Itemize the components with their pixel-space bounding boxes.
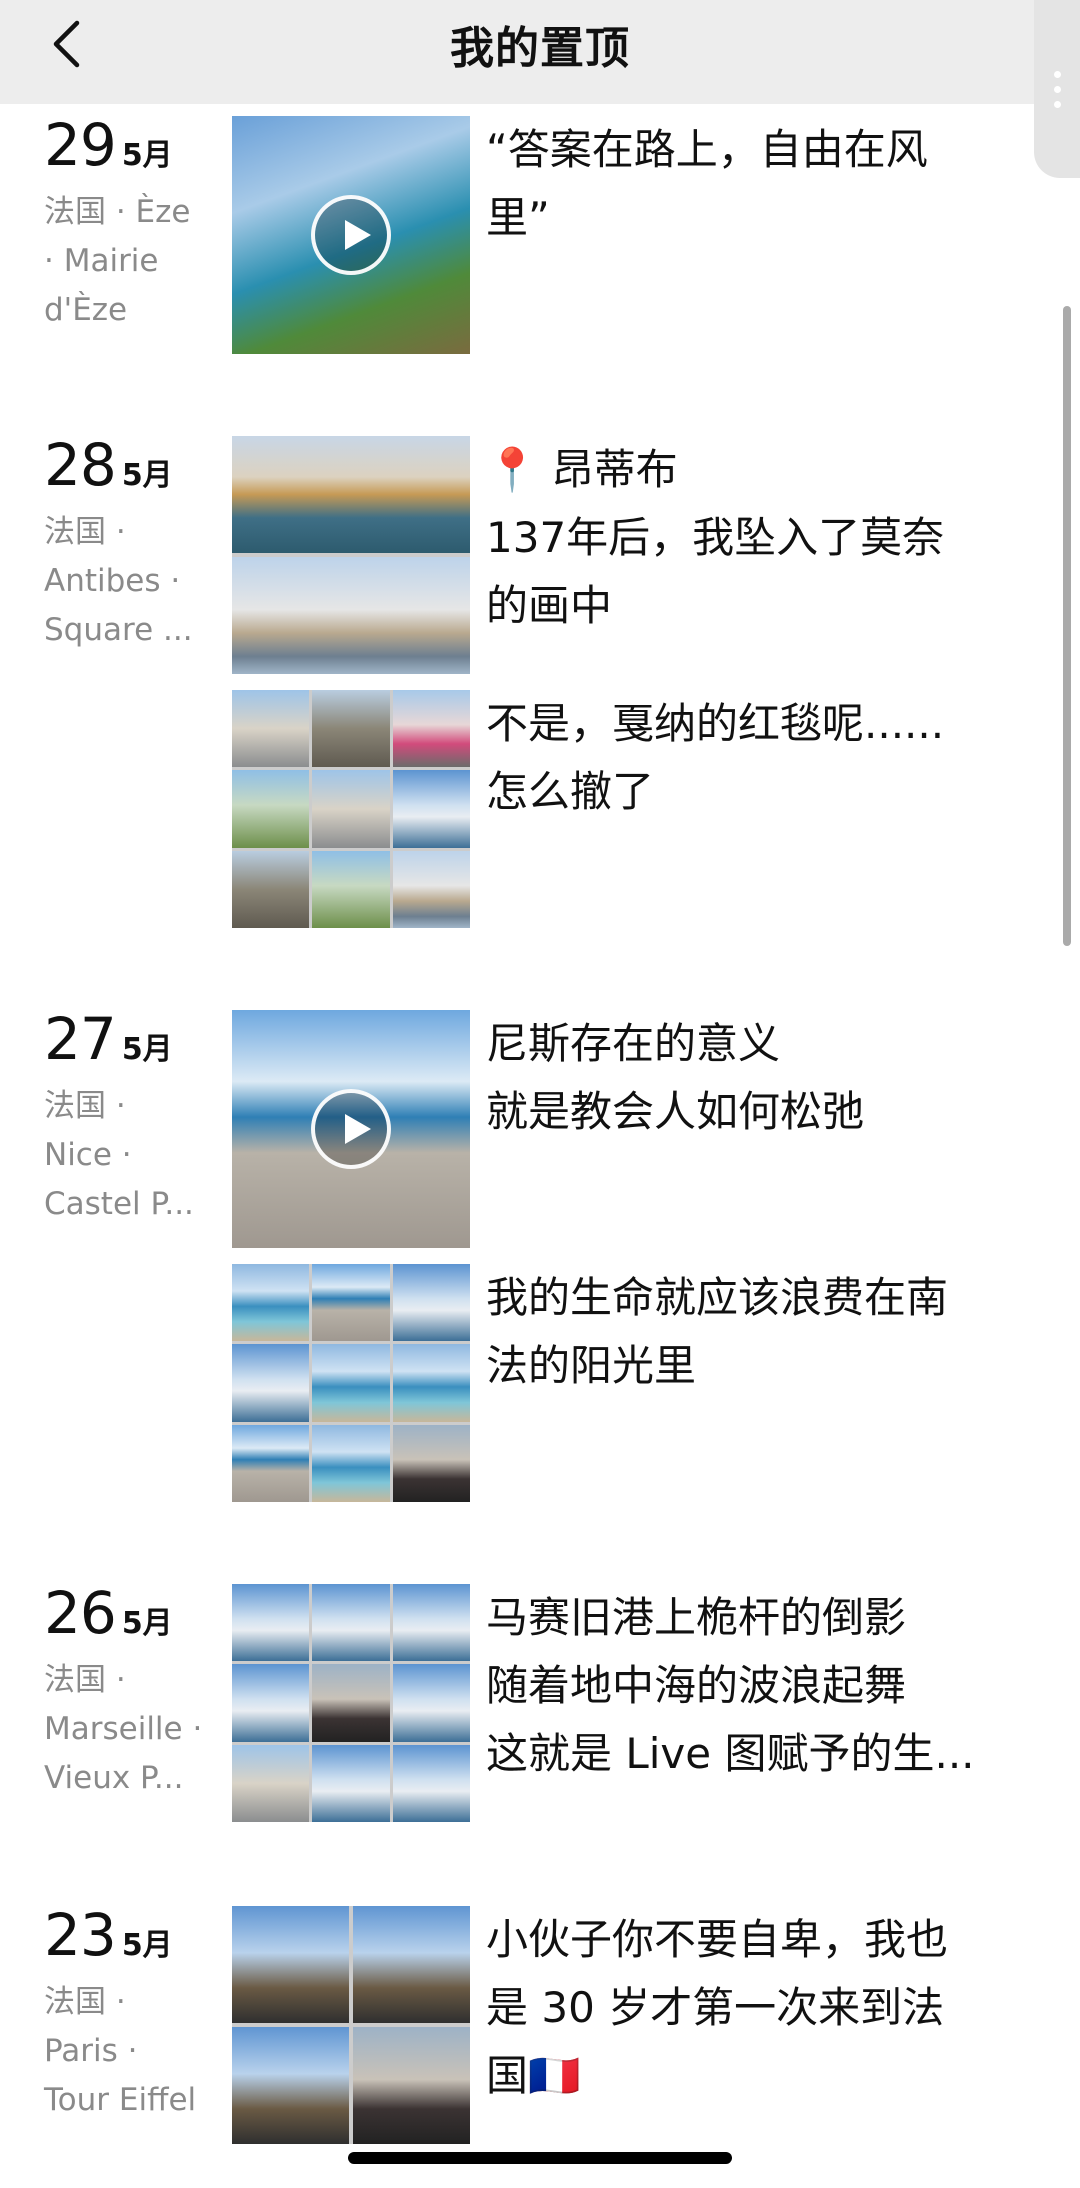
photo-thumbnail[interactable] [353,2027,470,2144]
photo-thumbnail[interactable] [312,1584,390,1662]
photo-thumbnail[interactable] [232,1424,310,1502]
photo-thumbnail[interactable] [353,1906,470,2023]
month-label: 5月 [121,458,173,493]
photo-thumbnail[interactable] [232,690,310,768]
post-text: 尼斯存在的意义 就是教会人如何松弛 [486,1019,865,1136]
photo-thumbnail[interactable] [232,1906,349,2023]
play-icon[interactable] [311,195,391,275]
photo-thumbnail[interactable] [232,1264,310,1342]
pinned-moments-screen: 我的置顶 29 5月 法国 · Èze · Mairie d'Èze “答案在路上… [0,0,1080,2188]
day-number: 26 [44,1579,117,1647]
photo-thumbnail[interactable] [312,1424,390,1502]
photo-thumbnail[interactable] [312,1264,390,1342]
photo-thumbnail[interactable] [312,1664,390,1742]
photo-thumbnail[interactable] [392,1744,470,1822]
photo-grid[interactable] [232,690,470,928]
post-text: “答案在路上，自由在风 里” [486,125,928,242]
post-text: 我的生命就应该浪费在南 法的阳光里 [486,1273,949,1390]
day-number: 29 [44,111,117,179]
photo-thumbnail[interactable] [392,850,470,928]
post-text: 小伙子你不要自卑，我也 是 30 岁才第一次来到法 国🇫🇷 [486,1915,949,2100]
photo-thumbnail[interactable] [392,1584,470,1662]
date-column: 26 5月 法国 · Marseille · Vieux P... [44,1584,224,1803]
date-column: 27 5月 法国 · Nice · Castel P... [44,1010,224,1229]
date-column: 29 5月 法国 · Èze · Mairie d'Èze [44,116,224,335]
location-label[interactable]: 法国 · Paris · Tour Eiffel [44,1978,224,2125]
video-thumbnail[interactable] [232,1010,470,1248]
photo-thumbnail[interactable] [392,770,470,848]
photo-grid[interactable] [232,1906,470,2144]
day-number: 27 [44,1005,117,1073]
photo-thumbnail[interactable] [392,1344,470,1422]
photo-thumbnail[interactable] [392,1424,470,1502]
post-text: 📍 昂蒂布 137年后，我坠入了莫奈 的画中 [486,445,945,630]
nav-bar: 我的置顶 [0,0,1080,104]
photo-thumbnail[interactable] [232,1664,310,1742]
date-column: 28 5月 法国 · Antibes · Square ... [44,436,224,655]
photo-thumbnail[interactable] [312,1744,390,1822]
photo-thumbnail[interactable] [232,436,470,553]
month-label: 5月 [121,1606,173,1641]
photo-thumbnail[interactable] [392,1264,470,1342]
video-thumbnail[interactable] [232,116,470,354]
photo-grid[interactable] [232,436,470,674]
photo-thumbnail[interactable] [232,557,470,674]
photo-thumbnail[interactable] [232,770,310,848]
photo-thumbnail[interactable] [312,770,390,848]
photo-thumbnail[interactable] [232,850,310,928]
photo-thumbnail[interactable] [392,1664,470,1742]
photo-thumbnail[interactable] [312,1344,390,1422]
photo-thumbnail[interactable] [312,690,390,768]
location-label[interactable]: 法国 · Nice · Castel P... [44,1082,224,1229]
photo-thumbnail[interactable] [232,1744,310,1822]
location-label[interactable]: 法国 · Antibes · Square ... [44,508,224,655]
day-number: 23 [44,1901,117,1969]
location-label[interactable]: 法国 · Èze · Mairie d'Èze [44,188,224,335]
post-text: 马赛旧港上桅杆的倒影 随着地中海的波浪起舞 这就是 Live 图赋予的生... [486,1593,975,1778]
photo-thumbnail[interactable] [312,850,390,928]
page-title: 我的置顶 [450,23,630,74]
photo-thumbnail[interactable] [232,1344,310,1422]
play-icon[interactable] [311,1089,391,1169]
scrollbar[interactable] [1063,306,1071,946]
month-label: 5月 [121,1928,173,1963]
photo-thumbnail[interactable] [392,690,470,768]
date-column: 23 5月 法国 · Paris · Tour Eiffel [44,1906,224,2125]
photo-thumbnail[interactable] [232,2027,349,2144]
day-number: 28 [44,431,117,499]
home-indicator[interactable] [348,2152,732,2164]
side-drag-handle[interactable] [1034,0,1080,178]
post-text: 不是，戛纳的红毯呢...... 怎么撤了 [486,699,945,816]
photo-grid[interactable] [232,1584,470,1822]
location-label[interactable]: 法国 · Marseille · Vieux P... [44,1656,224,1803]
pin-icon: 📍 [486,445,539,494]
france-flag-icon: 🇫🇷 [528,2051,581,2100]
photo-thumbnail[interactable] [232,1584,310,1662]
month-label: 5月 [121,1032,173,1067]
month-label: 5月 [121,138,173,173]
photo-grid[interactable] [232,1264,470,1502]
